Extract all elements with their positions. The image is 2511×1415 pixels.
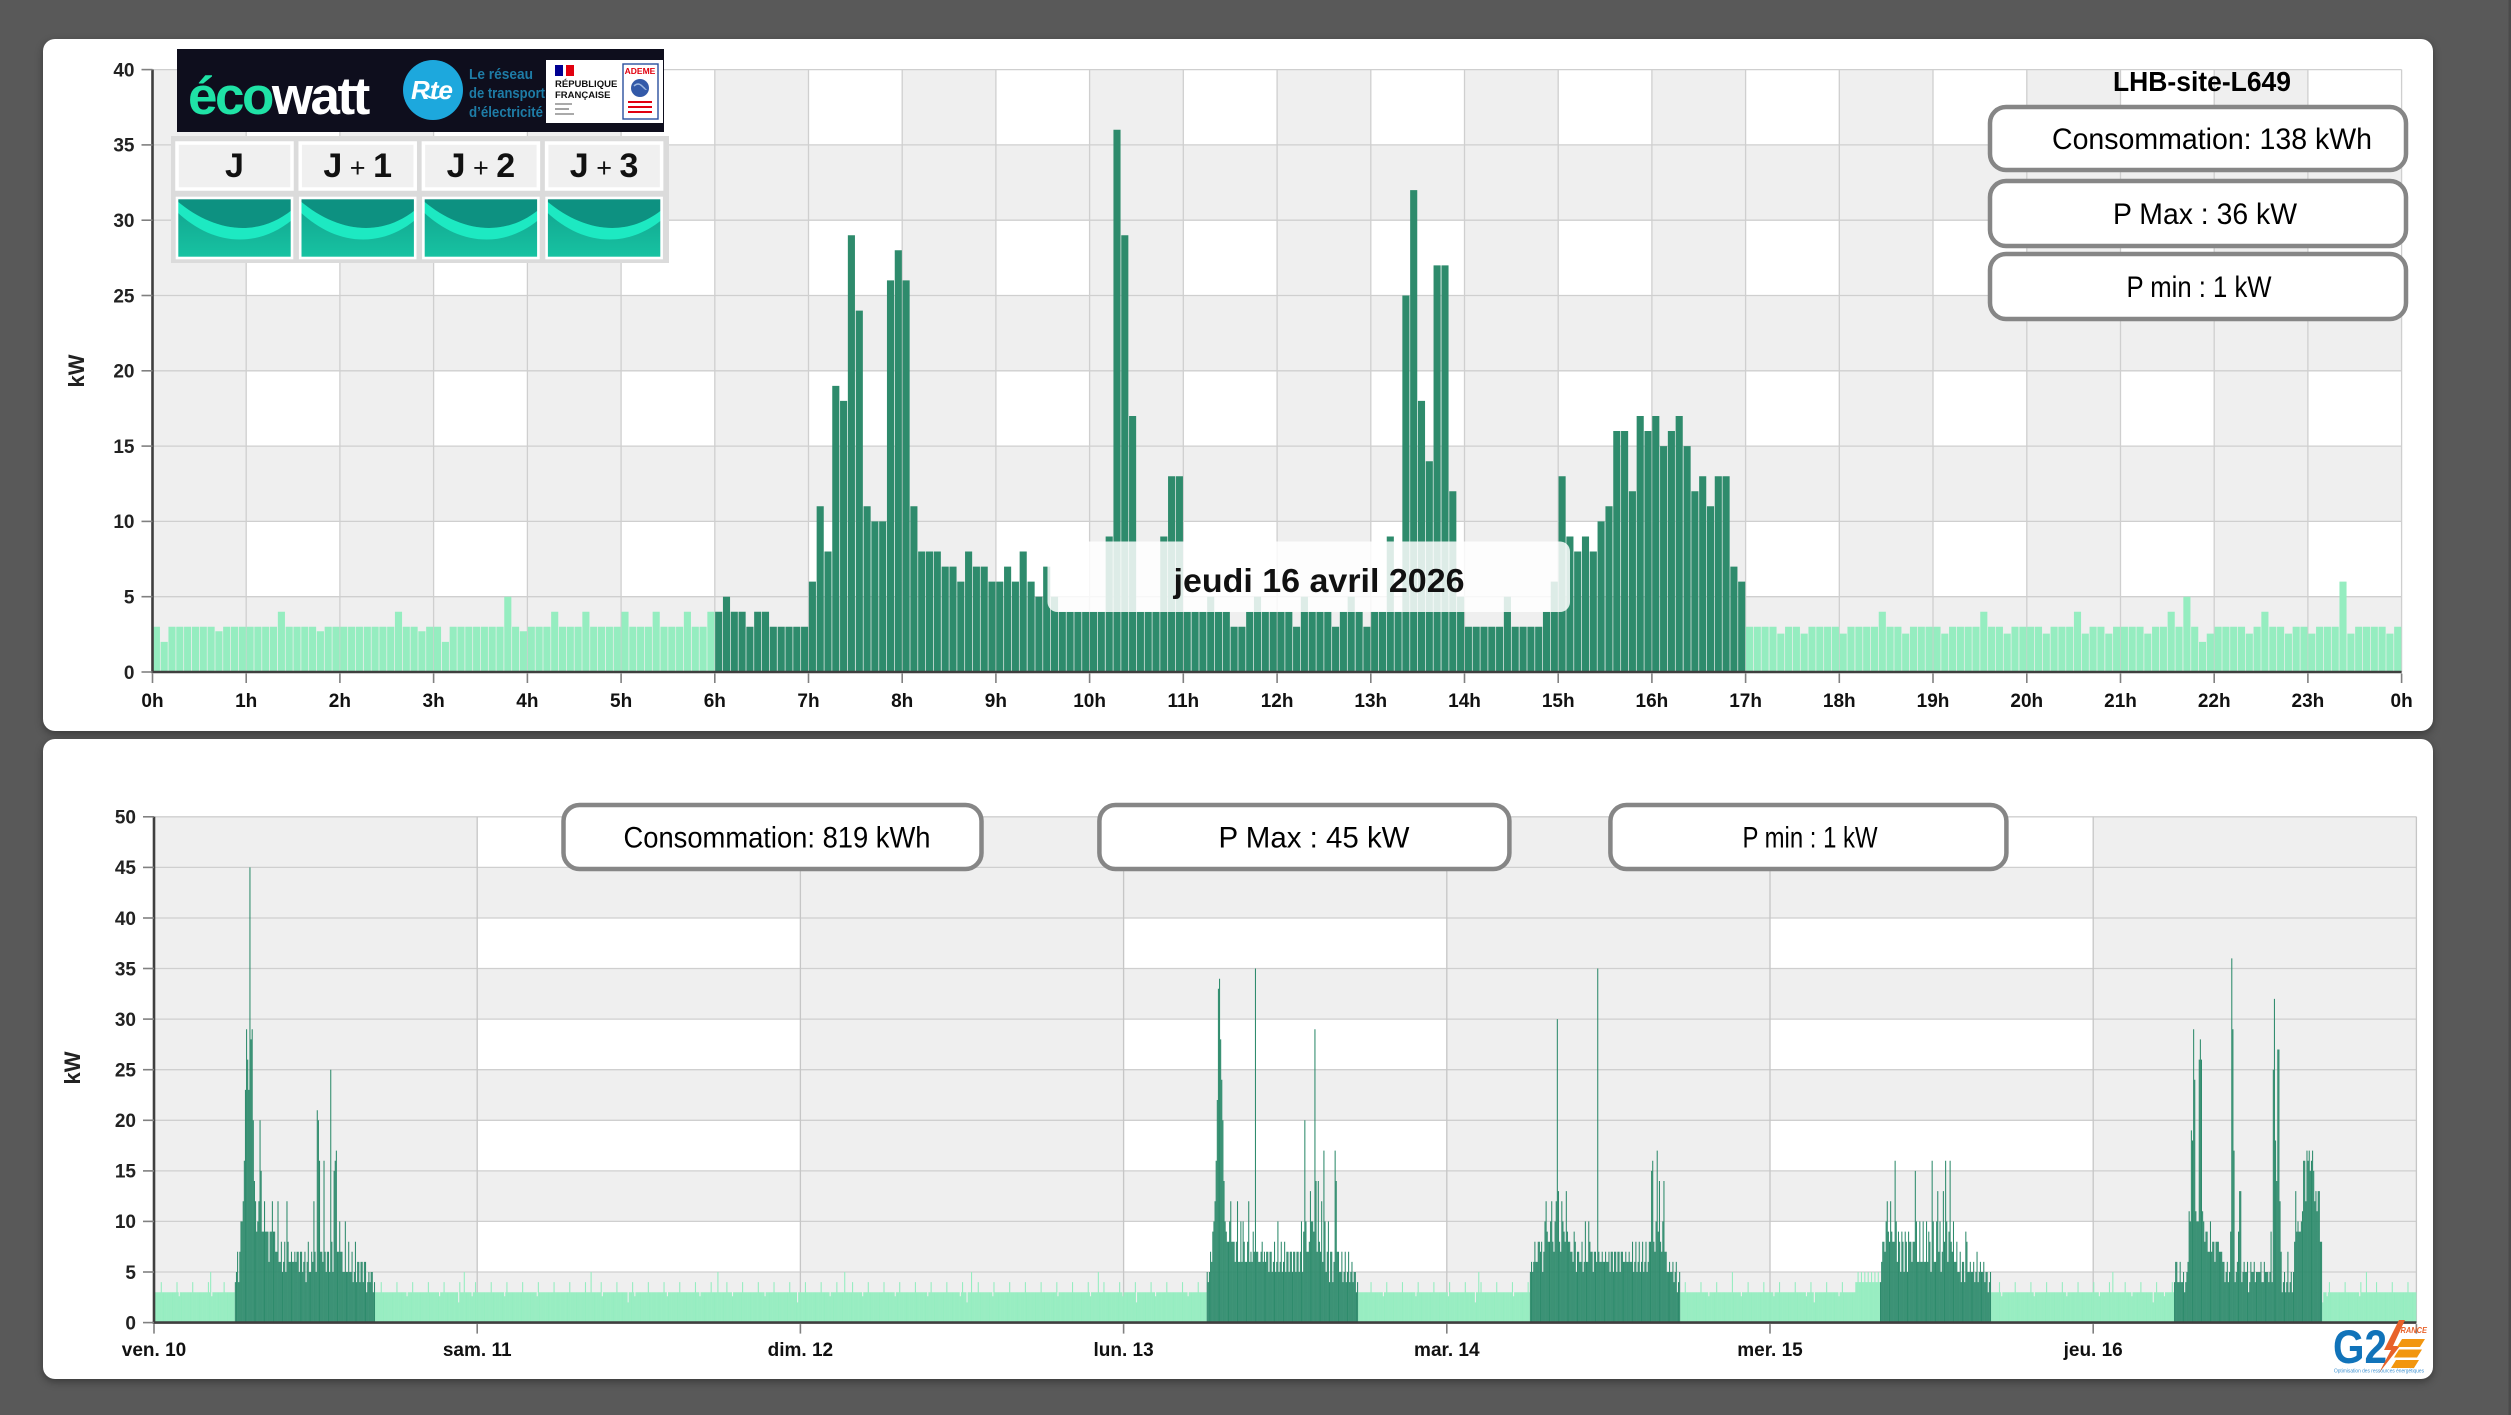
svg-text:30: 30 bbox=[115, 1010, 136, 1031]
svg-text:Consommation: 138 kWh: Consommation: 138 kWh bbox=[2052, 123, 2372, 156]
svg-text:lun. 13: lun. 13 bbox=[1094, 1340, 1154, 1361]
svg-text:10: 10 bbox=[115, 1212, 136, 1233]
svg-text:14h: 14h bbox=[1448, 691, 1481, 712]
svg-text:13h: 13h bbox=[1354, 691, 1387, 712]
svg-text:50: 50 bbox=[115, 808, 136, 829]
svg-text:sam. 11: sam. 11 bbox=[443, 1340, 512, 1361]
svg-text:mar. 14: mar. 14 bbox=[1414, 1340, 1480, 1361]
svg-text:22h: 22h bbox=[2198, 691, 2231, 712]
svg-text:23h: 23h bbox=[2292, 691, 2325, 712]
svg-text:35: 35 bbox=[113, 136, 135, 157]
svg-text:30: 30 bbox=[113, 211, 134, 232]
svg-text:0: 0 bbox=[125, 1313, 136, 1334]
svg-text:16h: 16h bbox=[1636, 691, 1669, 712]
svg-text:12h: 12h bbox=[1261, 691, 1294, 712]
svg-text:Optimisation des ressources én: Optimisation des ressources énergétiques bbox=[2334, 1369, 2424, 1375]
svg-text:3h: 3h bbox=[423, 691, 445, 712]
svg-text:11h: 11h bbox=[1167, 691, 1199, 712]
svg-text:FRANÇAISE: FRANÇAISE bbox=[555, 90, 610, 101]
svg-text:Rte: Rte bbox=[411, 75, 453, 105]
svg-text:8h: 8h bbox=[891, 691, 913, 712]
svg-text:dim. 12: dim. 12 bbox=[768, 1340, 833, 1361]
svg-text:ADEME: ADEME bbox=[625, 66, 656, 76]
svg-text:15: 15 bbox=[115, 1162, 137, 1183]
svg-text:P min : 1 kW: P min : 1 kW bbox=[2127, 271, 2273, 304]
svg-text:de transport: de transport bbox=[469, 85, 545, 102]
svg-text:10h: 10h bbox=[1073, 691, 1106, 712]
svg-text:20: 20 bbox=[115, 1111, 136, 1132]
svg-text:ven. 10: ven. 10 bbox=[122, 1340, 186, 1361]
svg-text:1h: 1h bbox=[235, 691, 257, 712]
svg-text:P Max : 45 kW: P Max : 45 kW bbox=[1219, 822, 1411, 855]
svg-text:RÉPUBLIQUE: RÉPUBLIQUE bbox=[555, 79, 617, 90]
svg-text:0h: 0h bbox=[141, 691, 163, 712]
svg-text:Le réseau: Le réseau bbox=[469, 66, 533, 83]
svg-text:mer. 15: mer. 15 bbox=[1737, 1340, 1803, 1361]
svg-text:19h: 19h bbox=[1917, 691, 1950, 712]
svg-text:21h: 21h bbox=[2104, 691, 2137, 712]
svg-text:9h: 9h bbox=[985, 691, 1007, 712]
svg-text:FRANCE: FRANCE bbox=[2396, 1325, 2427, 1335]
svg-text:15h: 15h bbox=[1542, 691, 1575, 712]
svg-text:7h: 7h bbox=[797, 691, 819, 712]
svg-text:2h: 2h bbox=[329, 691, 351, 712]
svg-text:20: 20 bbox=[113, 362, 134, 383]
svg-text:kW: kW bbox=[60, 1051, 85, 1084]
svg-text:5: 5 bbox=[125, 1263, 136, 1284]
svg-text:40: 40 bbox=[115, 909, 136, 930]
svg-text:LHB-site-L649: LHB-site-L649 bbox=[2113, 66, 2291, 97]
svg-text:J + 3: J + 3 bbox=[570, 147, 639, 185]
svg-text:P min : 1 kW: P min : 1 kW bbox=[1743, 822, 1879, 855]
svg-text:5h: 5h bbox=[610, 691, 632, 712]
svg-text:15: 15 bbox=[113, 437, 135, 458]
svg-text:0: 0 bbox=[124, 663, 135, 684]
svg-text:18h: 18h bbox=[1823, 691, 1856, 712]
svg-text:4h: 4h bbox=[516, 691, 538, 712]
svg-text:20h: 20h bbox=[2010, 691, 2043, 712]
svg-text:écowatt: écowatt bbox=[188, 67, 370, 126]
svg-text:5: 5 bbox=[124, 588, 135, 609]
svg-text:J + 2: J + 2 bbox=[447, 147, 516, 185]
svg-text:J: J bbox=[225, 147, 244, 185]
svg-text:17h: 17h bbox=[1729, 691, 1762, 712]
svg-text:0h: 0h bbox=[2391, 691, 2413, 712]
svg-text:d’électricité: d’électricité bbox=[469, 104, 543, 121]
svg-text:35: 35 bbox=[115, 959, 137, 980]
svg-text:10: 10 bbox=[113, 512, 134, 533]
svg-text:40: 40 bbox=[113, 60, 134, 81]
svg-text:45: 45 bbox=[115, 858, 137, 879]
svg-text:6h: 6h bbox=[704, 691, 726, 712]
svg-text:G2: G2 bbox=[2333, 1320, 2387, 1373]
svg-text:jeudi 16 avril 2026: jeudi 16 avril 2026 bbox=[1172, 563, 1464, 600]
svg-text:kW: kW bbox=[64, 354, 89, 387]
svg-text:25: 25 bbox=[113, 286, 135, 307]
svg-text:25: 25 bbox=[115, 1061, 137, 1082]
svg-text:J + 1: J + 1 bbox=[323, 147, 392, 185]
svg-text:jeu. 16: jeu. 16 bbox=[2063, 1340, 2123, 1361]
svg-text:P Max : 36 kW: P Max : 36 kW bbox=[2113, 198, 2298, 231]
svg-text:Consommation: 819 kWh: Consommation: 819 kWh bbox=[624, 822, 931, 855]
